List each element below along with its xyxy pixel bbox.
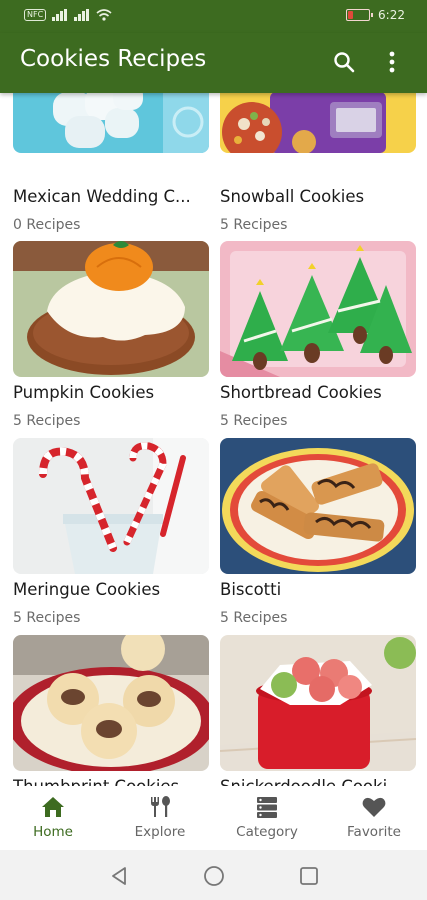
wifi-icon bbox=[96, 9, 112, 21]
biscotti-image bbox=[220, 438, 416, 574]
card-recipe-count: 5 Recipes bbox=[220, 413, 288, 429]
more-options-button[interactable] bbox=[379, 49, 405, 75]
card-title: Shortbread Cookies bbox=[220, 383, 382, 402]
card-title: Snowball Cookies bbox=[220, 187, 365, 206]
nav-explore[interactable]: Explore bbox=[107, 794, 213, 848]
app-bar: Cookies Recipes bbox=[0, 33, 427, 93]
system-back-button[interactable] bbox=[108, 865, 130, 887]
mexican-wedding-cookies-image bbox=[13, 93, 209, 153]
signal-icon-2 bbox=[74, 9, 90, 21]
search-button[interactable] bbox=[331, 49, 357, 75]
card-title: Mexican Wedding C... bbox=[13, 187, 191, 206]
nfc-icon: NFC bbox=[24, 9, 47, 21]
search-icon bbox=[334, 52, 355, 73]
snickerdoodle-cookies-image bbox=[220, 635, 416, 771]
nav-home[interactable]: Home bbox=[0, 794, 106, 848]
home-circle-icon bbox=[204, 866, 224, 886]
card-title: Biscotti bbox=[220, 580, 282, 599]
page-title: Cookies Recipes bbox=[20, 46, 207, 72]
pumpkin-cookies-image bbox=[13, 241, 209, 377]
status-bar: NFC 6:22 bbox=[0, 0, 427, 33]
nav-category[interactable]: Category bbox=[214, 794, 320, 848]
card-recipe-count: 5 Recipes bbox=[13, 610, 81, 626]
more-vertical-icon bbox=[389, 51, 395, 73]
nav-label: Category bbox=[236, 824, 298, 840]
category-icon bbox=[257, 797, 277, 818]
system-recents-button[interactable] bbox=[298, 865, 320, 887]
recents-square-icon bbox=[300, 867, 318, 885]
system-navigation-bar bbox=[0, 850, 427, 900]
heart-icon bbox=[362, 797, 386, 817]
bottom-navigation: Home Explore Category Favorite bbox=[0, 786, 427, 850]
back-triangle-icon bbox=[112, 867, 126, 885]
card-recipe-count: 5 Recipes bbox=[220, 610, 288, 626]
nav-label: Favorite bbox=[347, 824, 401, 840]
card-recipe-count: 0 Recipes bbox=[13, 217, 81, 233]
status-indicators: NFC bbox=[24, 9, 112, 21]
shortbread-cookies-image bbox=[220, 241, 416, 377]
status-system: 6:22 bbox=[346, 8, 405, 22]
home-icon bbox=[42, 797, 64, 817]
thumbprint-cookies-image bbox=[13, 635, 209, 771]
system-home-button[interactable] bbox=[203, 865, 225, 887]
nav-favorite[interactable]: Favorite bbox=[321, 794, 427, 848]
card-title: Pumpkin Cookies bbox=[13, 383, 155, 402]
fork-spoon-icon bbox=[151, 796, 170, 817]
card-recipe-count: 5 Recipes bbox=[13, 413, 81, 429]
snowball-cookies-image bbox=[220, 93, 416, 153]
status-time: 6:22 bbox=[378, 8, 405, 22]
nav-label: Explore bbox=[134, 824, 186, 840]
meringue-cookies-image bbox=[13, 438, 209, 574]
battery-icon bbox=[346, 9, 374, 21]
card-title: Snickerdoodle Cooki bbox=[220, 777, 416, 786]
signal-icon bbox=[52, 9, 68, 21]
card-title: Meringue Cookies bbox=[13, 580, 161, 599]
card-title: Thumbprint Cookies bbox=[13, 777, 209, 786]
nav-label: Home bbox=[33, 824, 73, 840]
category-grid: Mexican Wedding C... 0 Recipes Snowball … bbox=[0, 93, 427, 786]
card-recipe-count: 5 Recipes bbox=[220, 217, 288, 233]
